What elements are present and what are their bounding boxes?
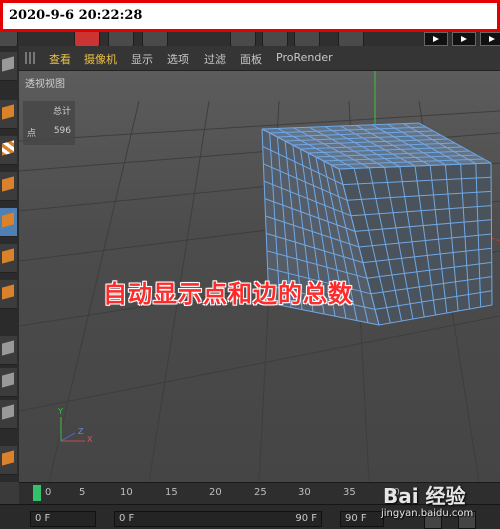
axis-y-icon[interactable] <box>262 32 288 46</box>
cube-icon <box>2 104 14 120</box>
timeline-tick: 10 <box>120 487 133 498</box>
stats-header: 总计 <box>52 107 71 117</box>
watermark-url: jingyan.baidu.com <box>381 508 474 519</box>
timeline-tick: 15 <box>165 487 178 498</box>
render-settings-button[interactable] <box>480 32 500 46</box>
annotation-caption: 自动显示点和边的总数 <box>103 280 353 308</box>
timeline-playhead[interactable] <box>33 485 41 501</box>
mouse-icon <box>2 372 14 388</box>
polygons-mode-button[interactable] <box>0 280 17 309</box>
render-view-button[interactable] <box>424 32 448 46</box>
magnet-icon <box>2 450 14 466</box>
rotate-tool-icon[interactable] <box>142 32 168 46</box>
checker-icon <box>2 140 14 156</box>
preview-start-label: 0 F <box>119 513 135 524</box>
timeline-tick: 20 <box>209 487 222 498</box>
menu-filter[interactable]: 过滤 <box>204 51 226 67</box>
tweak-mode-button[interactable] <box>0 368 17 397</box>
toolbar-button[interactable] <box>0 32 18 46</box>
viewport-title: 透视视图 <box>25 79 65 90</box>
axis-mode-button[interactable] <box>0 336 17 365</box>
axis-x-icon[interactable] <box>230 32 256 46</box>
snap-button[interactable] <box>0 400 17 429</box>
model-mode-button[interactable] <box>0 100 17 129</box>
timeline-tick: 30 <box>298 487 311 498</box>
start-frame-field[interactable]: 0 F <box>30 511 96 527</box>
menu-panel[interactable]: 面板 <box>240 51 262 67</box>
stats-points-value: 596 <box>53 126 71 136</box>
polygons-cube-icon <box>2 284 14 300</box>
edges-mode-button[interactable] <box>0 244 17 273</box>
menu-options[interactable]: 选项 <box>167 51 189 67</box>
watermark-logo-text: Bai 经验 <box>383 484 466 508</box>
scale-tool-icon[interactable] <box>108 32 134 46</box>
texture-mode-button[interactable] <box>0 136 17 165</box>
top-toolbar <box>0 32 500 46</box>
axis-arrow-icon <box>2 340 14 356</box>
viewport-menu-bar: 查看 摄像机 显示 选项 过滤 面板 ProRender <box>19 46 500 71</box>
grid-plane-icon <box>2 176 14 192</box>
gizmo-z-label: Z <box>78 427 84 436</box>
gizmo-x-label: X <box>87 435 93 444</box>
preview-range-slider[interactable]: 0 F 90 F <box>114 511 322 527</box>
preview-end-label: 90 F <box>295 513 317 524</box>
left-toolbar <box>0 46 20 482</box>
timeline-tick: 25 <box>254 487 267 498</box>
timeline-tick: 5 <box>79 487 86 498</box>
menu-camera[interactable]: 摄像机 <box>84 51 117 67</box>
render-picture-button[interactable] <box>452 32 476 46</box>
coordinate-system-icon[interactable] <box>338 32 364 46</box>
points-cube-icon <box>2 212 14 228</box>
points-mode-button[interactable] <box>0 208 17 237</box>
axis-gizmo: Y Z X <box>47 407 97 449</box>
stats-points-label: 点 <box>27 129 37 139</box>
magnet-button[interactable] <box>0 446 17 475</box>
drag-grip-icon[interactable] <box>25 52 37 64</box>
axis-z-icon[interactable] <box>294 32 320 46</box>
timeline-tick: 35 <box>343 487 356 498</box>
stats-overlay: 总计 点 596 <box>23 101 75 145</box>
gizmo-y-label: Y <box>58 407 63 416</box>
menu-display[interactable]: 显示 <box>131 51 153 67</box>
baidu-jingyan-watermark: Bai 经验 jingyan.baidu.com <box>375 478 500 526</box>
move-tool-icon[interactable] <box>74 32 100 46</box>
snap-icon <box>2 404 14 420</box>
workplane-button[interactable] <box>0 172 17 201</box>
menu-prorender[interactable]: ProRender <box>276 51 333 64</box>
make-editable-button[interactable] <box>0 52 17 81</box>
timestamp-banner: 2020-9-6 20:22:28 <box>0 0 500 32</box>
perspective-viewport[interactable]: 透视视图 总计 点 596 自动显示点和边的总数 Y Z X <box>19 71 500 482</box>
edges-cube-icon <box>2 248 14 264</box>
timeline-tick: 0 <box>45 487 52 498</box>
menu-view[interactable]: 查看 <box>49 51 71 67</box>
timestamp-text: 2020-9-6 20:22:28 <box>9 8 143 23</box>
cube-outline-icon <box>2 56 14 72</box>
